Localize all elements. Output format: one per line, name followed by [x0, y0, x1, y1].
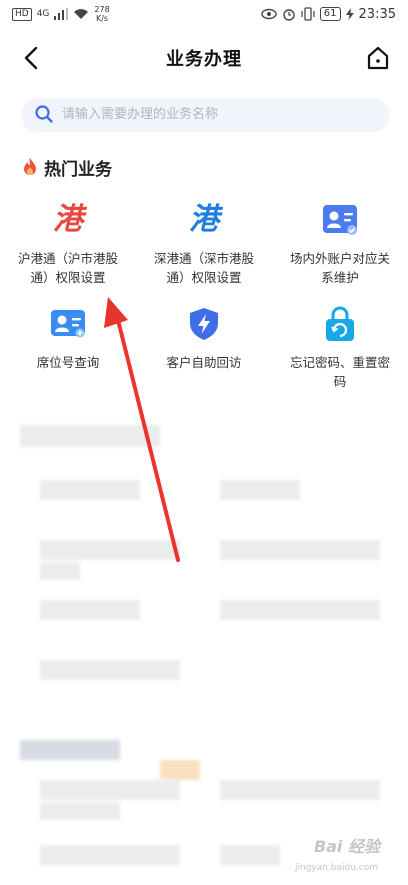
service-tile-self-revisit[interactable]: 客户自助回访 [136, 304, 272, 372]
service-tile-hk-connect-sz[interactable]: 港 深港通（深市港股通）权限设置 [136, 200, 272, 287]
blurred-block [40, 660, 180, 680]
blurred-block [40, 540, 180, 560]
network-type: HD [12, 7, 32, 21]
id-card-icon [48, 304, 88, 344]
gang-red-icon: 港 [53, 202, 83, 237]
battery-indicator: 61 [319, 7, 341, 21]
blurred-block [160, 760, 200, 780]
watermark-url: jingyan.baidu.com [294, 863, 378, 873]
status-bar: HD 4G 278 K/s 61 23:35 [0, 0, 408, 28]
blurred-block [220, 780, 380, 800]
service-tile-seat-query[interactable]: 席位号查询 [0, 304, 136, 372]
search-icon [35, 105, 53, 123]
service-tile-hk-connect-sh[interactable]: 港 沪港通（沪市港股通）权限设置 [0, 200, 136, 287]
blurred-block [220, 845, 280, 865]
blurred-block [40, 480, 140, 500]
blurred-block [40, 780, 180, 800]
service-label: 席位号查询 [36, 355, 100, 370]
service-tile-account-mapping[interactable]: 场内外账户对应关系维护 [272, 200, 408, 287]
chevron-left-icon [24, 46, 38, 70]
account-card-icon [320, 200, 360, 240]
blurred-block [220, 480, 300, 500]
blurred-block [40, 562, 80, 580]
hot-section-header: 热门业务 [22, 154, 112, 180]
watermark-logo: Bai 经验 [313, 837, 380, 856]
status-right: 61 23:35 [261, 7, 396, 22]
nav-bar: 业务办理 [0, 30, 408, 86]
home-button[interactable] [364, 44, 392, 72]
blurred-block [40, 600, 140, 620]
section-title: 热门业务 [44, 159, 112, 180]
search-bar[interactable] [22, 98, 388, 130]
clock-time: 23:35 [358, 6, 396, 22]
service-label: 深港通（深市港股通）权限设置 [153, 251, 254, 285]
blurred-content [0, 405, 408, 885]
service-tile-reset-password[interactable]: 忘记密码、重置密码 [272, 304, 408, 391]
search-input[interactable] [62, 106, 362, 122]
blurred-block [220, 540, 380, 560]
back-button[interactable] [18, 44, 46, 72]
service-label: 沪港通（沪市港股通）权限设置 [17, 251, 118, 285]
shield-bolt-icon [184, 304, 224, 344]
wifi-icon [74, 9, 89, 19]
eye-icon [261, 8, 277, 20]
blurred-block [20, 425, 160, 447]
service-label: 忘记密码、重置密码 [289, 355, 390, 389]
lock-reset-icon [320, 304, 360, 344]
page-title: 业务办理 [166, 49, 242, 70]
blurred-block [20, 740, 120, 760]
blurred-block [40, 802, 120, 820]
alarm-icon [283, 9, 295, 21]
signal-icon [54, 8, 69, 20]
status-left: HD 4G 278 K/s [12, 5, 110, 23]
service-label: 场内外账户对应关系维护 [289, 251, 390, 285]
blurred-block [220, 600, 380, 620]
signal-label: 4G [36, 9, 50, 19]
flame-icon [24, 158, 36, 175]
gang-blue-icon: 港 [189, 202, 219, 237]
home-icon [367, 46, 389, 70]
service-label: 客户自助回访 [166, 355, 242, 370]
vibrate-icon [301, 7, 315, 21]
blurred-block [40, 845, 180, 865]
charging-icon [345, 8, 354, 20]
network-speed: 278 K/s [94, 5, 110, 23]
